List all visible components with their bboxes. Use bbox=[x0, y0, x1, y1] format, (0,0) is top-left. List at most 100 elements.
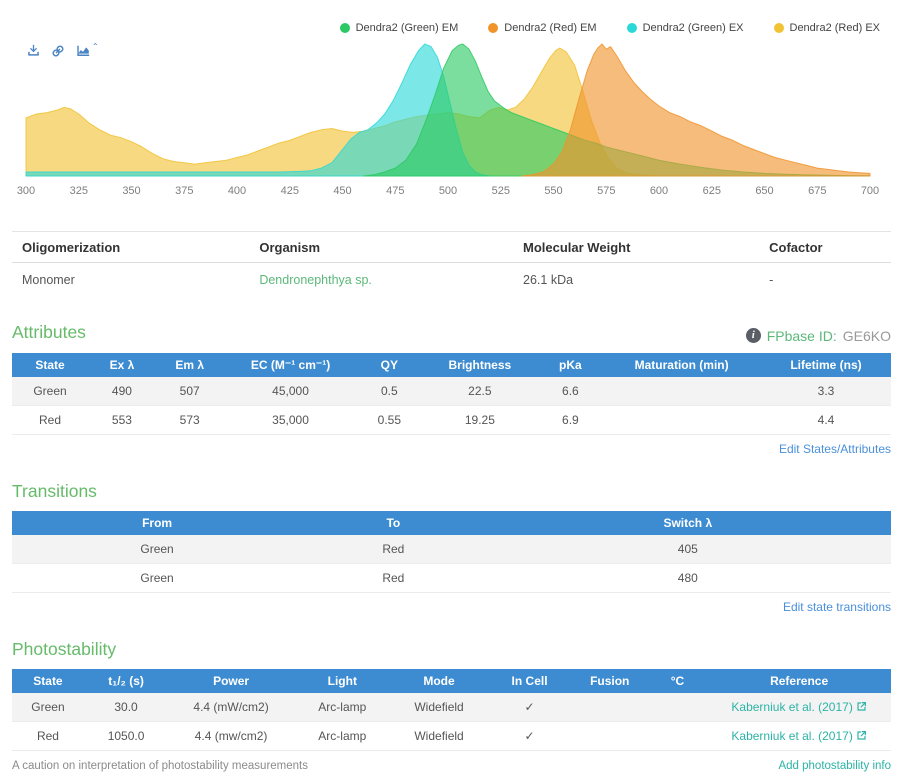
table-cell: Arc-lamp bbox=[294, 693, 391, 722]
info-header-cofactor: Cofactor bbox=[759, 232, 891, 263]
table-cell: Widefield bbox=[391, 693, 488, 722]
photostability-caution-link[interactable]: A caution on interpretation of photostab… bbox=[12, 760, 308, 772]
protein-details: Oligomerization Organism Molecular Weigh… bbox=[0, 231, 900, 772]
photostability-table: Statet₁/₂ (s)PowerLightModeIn CellFusion… bbox=[12, 669, 891, 751]
table-cell: 490 bbox=[88, 377, 156, 406]
molecular-weight-value: 26.1 kDa bbox=[513, 263, 759, 298]
legend-item[interactable]: Dendra2 (Red) EX bbox=[774, 22, 881, 34]
x-axis-tick: 550 bbox=[544, 185, 562, 197]
table-cell: Red bbox=[12, 405, 88, 434]
reference-link[interactable]: Kaberniuk et al. (2017) bbox=[731, 700, 866, 714]
table-cell: 0.5 bbox=[358, 377, 422, 406]
table-cell: Arc-lamp bbox=[294, 721, 391, 750]
column-header: Mode bbox=[391, 669, 488, 693]
table-row: Red55357335,0000.5519.256.94.4 bbox=[12, 405, 891, 434]
info-header-oligomerization: Oligomerization bbox=[12, 232, 249, 263]
transitions-title: Transitions bbox=[12, 481, 97, 502]
add-photostability-link[interactable]: Add photostability info bbox=[778, 760, 891, 772]
table-cell: 3.3 bbox=[761, 377, 891, 406]
oligomerization-value: Monomer bbox=[12, 263, 249, 298]
photostability-title: Photostability bbox=[12, 639, 116, 660]
column-header: Em λ bbox=[156, 353, 224, 377]
table-cell bbox=[648, 721, 707, 750]
table-cell bbox=[572, 693, 648, 722]
table-row: Green30.04.4 (mW/cm2)Arc-lampWidefield✓K… bbox=[12, 693, 891, 722]
chevron-up-icon: ⌃ bbox=[92, 42, 99, 51]
table-cell: 4.4 (mW/cm2) bbox=[168, 693, 294, 722]
link-icon[interactable] bbox=[51, 44, 65, 58]
chart-options-icon[interactable]: ⌃ bbox=[76, 44, 99, 57]
column-header: State bbox=[12, 353, 88, 377]
x-axis-tick: 450 bbox=[333, 185, 351, 197]
legend-dot-icon bbox=[340, 23, 350, 33]
table-row: Green49050745,0000.522.56.63.3 bbox=[12, 377, 891, 406]
table-cell: Green bbox=[12, 563, 302, 592]
x-axis-tick: 675 bbox=[808, 185, 826, 197]
x-axis-tick: 575 bbox=[597, 185, 615, 197]
fpbase-id-label: FPbase ID: bbox=[767, 328, 837, 344]
x-axis-tick: 625 bbox=[703, 185, 721, 197]
organism-link[interactable]: Dendronephthya sp. bbox=[259, 273, 372, 287]
check-icon: ✓ bbox=[487, 721, 571, 750]
spectra-viewer: Dendra2 (Green) EM Dendra2 (Red) EM Dendra… bbox=[0, 0, 900, 200]
chart-toolbar: ⌃ bbox=[27, 44, 99, 58]
attributes-table: StateEx λEm λEC (M⁻¹ cm⁻¹)QYBrightnesspK… bbox=[12, 353, 891, 435]
table-cell: 30.0 bbox=[84, 693, 168, 722]
x-axis-tick: 500 bbox=[439, 185, 457, 197]
column-header: pKa bbox=[539, 353, 603, 377]
basic-info-table: Oligomerization Organism Molecular Weigh… bbox=[12, 231, 891, 297]
table-row: GreenRed480 bbox=[12, 563, 891, 592]
transitions-table: FromToSwitch λGreenRed405GreenRed480 bbox=[12, 511, 891, 593]
info-icon[interactable]: i bbox=[746, 328, 761, 343]
legend-dot-icon bbox=[488, 23, 498, 33]
legend-dot-icon bbox=[774, 23, 784, 33]
attributes-title: Attributes bbox=[12, 322, 86, 343]
column-header: In Cell bbox=[487, 669, 571, 693]
column-header: Reference bbox=[707, 669, 891, 693]
legend-item[interactable]: Dendra2 (Green) EX bbox=[627, 22, 744, 34]
legend-label: Dendra2 (Red) EM bbox=[504, 22, 596, 34]
legend-dot-icon bbox=[627, 23, 637, 33]
table-row: GreenRed405 bbox=[12, 535, 891, 564]
table-cell: 19.25 bbox=[421, 405, 538, 434]
table-cell: 553 bbox=[88, 405, 156, 434]
x-axis-tick: 425 bbox=[281, 185, 299, 197]
cofactor-value: - bbox=[759, 263, 891, 298]
table-cell: 22.5 bbox=[421, 377, 538, 406]
table-cell bbox=[602, 405, 761, 434]
fpbase-id-value: GE6KO bbox=[843, 328, 891, 344]
column-header: Light bbox=[294, 669, 391, 693]
x-axis-tick: 475 bbox=[386, 185, 404, 197]
table-cell: Green bbox=[12, 535, 302, 564]
column-header: Ex λ bbox=[88, 353, 156, 377]
column-header: Fusion bbox=[572, 669, 648, 693]
legend-label: Dendra2 (Green) EX bbox=[643, 22, 744, 34]
spectra-chart[interactable]: 3003253503754004254504755005255505756006… bbox=[0, 38, 900, 200]
x-axis-tick: 400 bbox=[228, 185, 246, 197]
info-header-organism: Organism bbox=[249, 232, 513, 263]
column-header: °C bbox=[648, 669, 707, 693]
x-axis-tick: 300 bbox=[17, 185, 35, 197]
legend-item[interactable]: Dendra2 (Green) EM bbox=[340, 22, 459, 34]
download-icon[interactable] bbox=[27, 44, 40, 57]
table-cell: 35,000 bbox=[224, 405, 358, 434]
table-cell bbox=[648, 693, 707, 722]
edit-states-link[interactable]: Edit States/Attributes bbox=[12, 442, 891, 456]
column-header: t₁/₂ (s) bbox=[84, 669, 168, 693]
x-axis-tick: 650 bbox=[755, 185, 773, 197]
legend-item[interactable]: Dendra2 (Red) EM bbox=[488, 22, 596, 34]
column-header: Power bbox=[168, 669, 294, 693]
reference-link[interactable]: Kaberniuk et al. (2017) bbox=[731, 729, 866, 743]
table-cell bbox=[572, 721, 648, 750]
edit-transitions-link[interactable]: Edit state transitions bbox=[12, 600, 891, 614]
check-icon: ✓ bbox=[487, 693, 571, 722]
table-row: Red1050.04.4 (mw/cm2)Arc-lampWidefield✓K… bbox=[12, 721, 891, 750]
table-cell: Widefield bbox=[391, 721, 488, 750]
table-cell: 507 bbox=[156, 377, 224, 406]
table-cell bbox=[602, 377, 761, 406]
table-cell: 6.9 bbox=[539, 405, 603, 434]
table-cell: 573 bbox=[156, 405, 224, 434]
chart-legend: Dendra2 (Green) EM Dendra2 (Red) EM Dendra… bbox=[0, 0, 900, 36]
table-cell: Red bbox=[302, 535, 484, 564]
table-cell: 4.4 (mw/cm2) bbox=[168, 721, 294, 750]
